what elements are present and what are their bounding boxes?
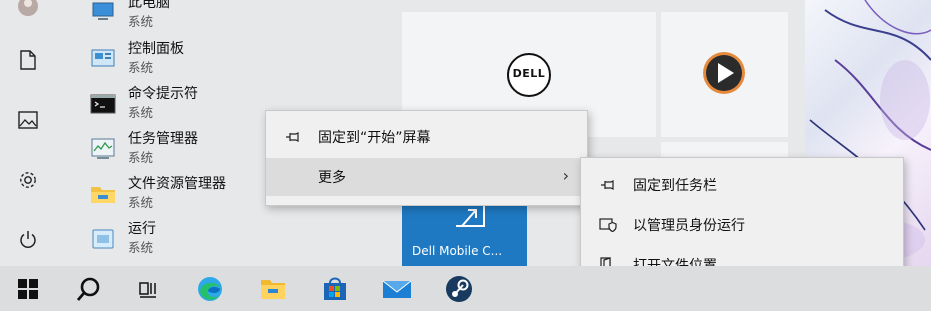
dell-logo-text: DELL (512, 67, 546, 80)
play-icon (703, 52, 745, 94)
menu-item-label: 固定到任务栏 (633, 178, 717, 194)
chevron-right-icon: › (562, 166, 569, 185)
app-category: 系统 (128, 150, 154, 165)
menu-item-label: 以管理员身份运行 (633, 218, 745, 234)
mail-icon (382, 280, 412, 298)
app-category: 系统 (128, 60, 154, 75)
app-category: 系统 (128, 105, 154, 120)
app-name: 任务管理器 (128, 131, 198, 147)
app-item-this-pc[interactable]: 此电脑 系统 (80, 0, 380, 36)
menu-item-label: 更多 (318, 170, 346, 186)
app-name: 此电脑 (128, 0, 170, 11)
steam-icon (446, 276, 472, 302)
task-view-button[interactable] (128, 270, 168, 308)
documents-icon[interactable] (14, 46, 42, 74)
store-icon (324, 277, 346, 300)
context-menu: 固定到“开始”屏幕 更多 › (265, 110, 588, 206)
app-name: 控制面板 (128, 41, 184, 57)
app-name: 文件资源管理器 (128, 176, 226, 192)
taskbar-store[interactable] (315, 270, 355, 308)
settings-gear-icon[interactable] (14, 166, 42, 194)
app-category: 系统 (128, 240, 154, 255)
menu-item-pin-to-start[interactable]: 固定到“开始”屏幕 (266, 118, 587, 156)
search-button[interactable] (68, 270, 108, 308)
tile-dell-mobile-connect[interactable]: Dell Mobile C... (402, 200, 527, 266)
app-category: 系统 (128, 195, 154, 210)
command-prompt-icon (88, 89, 118, 119)
run-icon (88, 224, 118, 254)
task-view-icon (139, 282, 156, 298)
search-icon (76, 277, 100, 301)
app-item-run[interactable]: 运行 系统 (80, 220, 380, 262)
menu-item-more[interactable]: 更多 › (266, 158, 587, 196)
admin-shield-icon (599, 216, 617, 234)
menu-item-run-as-admin[interactable]: 以管理员身份运行 (581, 206, 903, 244)
menu-item-pin-to-taskbar[interactable]: 固定到任务栏 (581, 166, 903, 204)
control-panel-icon (88, 44, 118, 74)
app-name: 命令提示符 (128, 86, 198, 102)
user-avatar-icon[interactable] (14, 0, 42, 20)
pin-icon (599, 176, 617, 194)
tile-label: Dell Mobile C... (412, 244, 503, 258)
task-manager-icon (88, 134, 118, 164)
app-category: 系统 (128, 14, 154, 29)
computer-icon (88, 0, 118, 28)
dell-mobile-connect-icon (456, 203, 485, 227)
pin-icon (284, 128, 302, 146)
taskbar-edge[interactable] (190, 270, 230, 308)
taskbar-steam[interactable] (439, 270, 479, 308)
taskbar (0, 266, 931, 311)
menu-item-label: 固定到“开始”屏幕 (318, 130, 431, 146)
power-icon[interactable] (14, 226, 42, 254)
windows-logo-icon (18, 279, 38, 299)
start-rail (0, 0, 58, 266)
folder-icon (261, 280, 285, 299)
taskbar-file-explorer[interactable] (253, 270, 293, 308)
app-name: 运行 (128, 221, 156, 237)
tile-media-player[interactable] (661, 12, 788, 137)
taskbar-mail[interactable] (377, 270, 417, 308)
start-button[interactable] (8, 270, 48, 308)
folder-icon (88, 179, 118, 209)
edge-browser-icon (198, 277, 222, 301)
app-item-control-panel[interactable]: 控制面板 系统 (80, 40, 380, 82)
pictures-icon[interactable] (14, 106, 42, 134)
